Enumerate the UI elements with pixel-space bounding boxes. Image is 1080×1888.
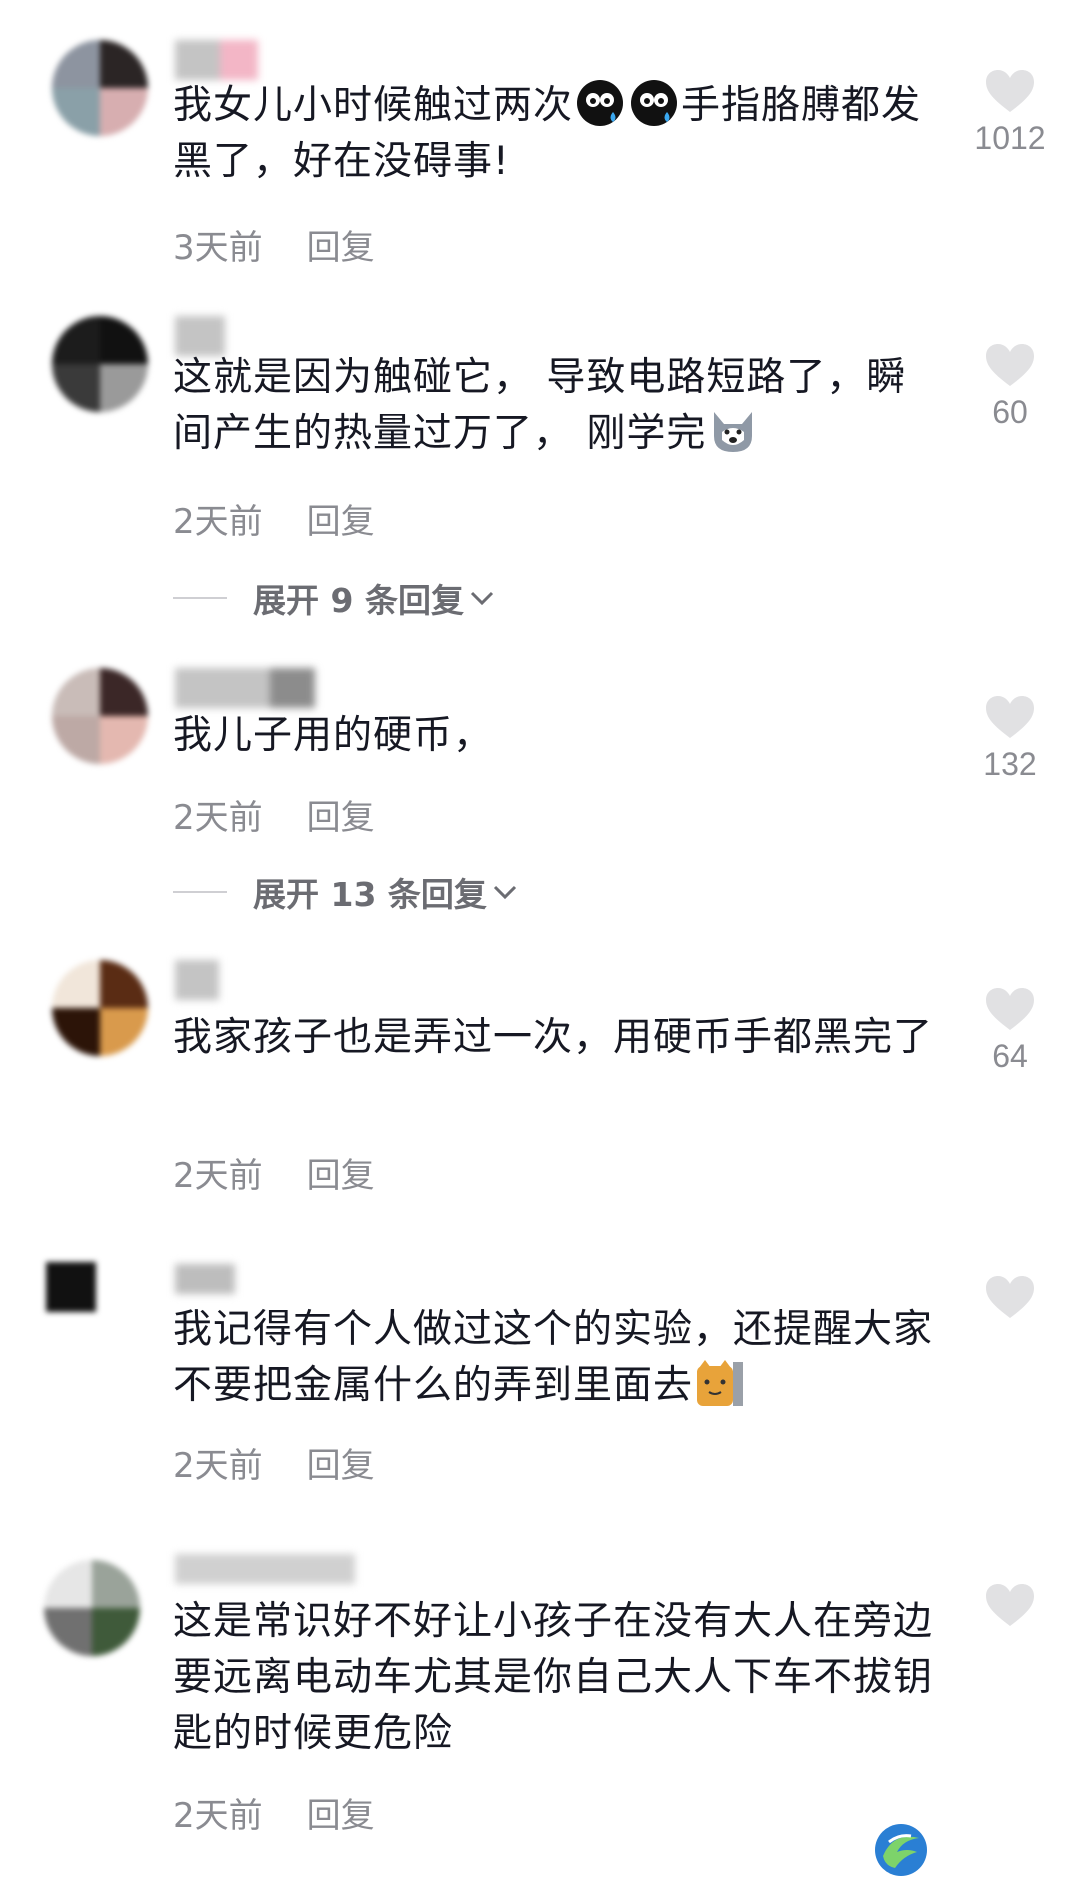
reply-button[interactable]: 回复 [307,1446,375,1486]
chevron-down-icon [493,885,516,900]
comment-text: 这就是因为触碰它， 导致电路短路了，瞬间产生的热量过万了， 刚学完 [173,355,907,456]
comment-meta: 2天前 回复 [173,1148,375,1197]
reply-button[interactable]: 回复 [307,1156,375,1196]
heart-icon [986,696,1034,738]
divider [173,891,227,893]
heart-icon [986,1584,1034,1626]
like-count: 60 [992,394,1028,430]
comment-time: 2天前 [173,798,263,838]
husky-dog-emoji [714,412,753,452]
comment-text: 这是常识好不好让小孩子在没有大人在旁边要远离电动车尤其是你自己大人下车不拔钥匙的… [173,1599,934,1756]
like-button[interactable] [955,1274,1065,1326]
comment-text: 我女儿小时候触过两次 手指胳膊都发黑了，好在没碍事! [173,78,933,190]
username[interactable] [175,960,235,1006]
chevron-down-icon [470,591,494,606]
comment-meta: 2天前 回复 [173,790,375,839]
reply-button[interactable]: 回复 [307,228,375,268]
avatar[interactable] [44,1560,140,1656]
peeking-cat-emoji [697,1360,744,1406]
comment-meta: 2天前 回复 [173,494,375,543]
avatar[interactable] [52,40,148,136]
avatar[interactable] [52,316,148,412]
like-button[interactable] [955,1582,1065,1634]
expand-replies-button[interactable]: 展开 9 条回复 [173,574,496,622]
like-count: 64 [992,1038,1028,1074]
comment-time: 2天前 [173,1446,263,1486]
like-count: 132 [983,746,1037,782]
reply-button[interactable]: 回复 [307,798,375,838]
like-button[interactable]: 64 [955,986,1065,1075]
comment-meta: 2天前 回复 [173,1438,375,1487]
reply-button[interactable]: 回复 [307,1796,375,1836]
expand-replies-button[interactable]: 展开 13 条回复 [173,868,519,916]
comment-time: 2天前 [173,502,263,542]
comment-meta: 2天前 回复 [173,1788,375,1837]
avatar[interactable] [52,960,148,1056]
like-button[interactable]: 60 [955,342,1065,431]
heart-icon [986,1276,1034,1318]
heart-icon [986,344,1034,386]
comment-time: 3天前 [173,228,263,268]
like-button[interactable]: 132 [955,694,1065,783]
avatar[interactable] [52,668,148,764]
comment-time: 2天前 [173,1156,263,1196]
app-logo-icon [875,1824,927,1876]
comment-time: 2天前 [173,1796,263,1836]
comment-text: 我儿子用的硬币， [173,713,494,758]
like-button[interactable]: 1012 [955,68,1065,157]
comment-meta: 3天前 回复 [173,220,375,269]
divider [173,597,227,599]
heart-icon [986,70,1034,112]
comment-text: 我记得有个人做过这个的实验，还提醒大家不要把金属什么的弄到里面去 [173,1307,934,1408]
like-count: 1012 [974,120,1046,156]
sweat-face-emoji [577,80,624,126]
reply-button[interactable]: 回复 [307,502,375,542]
comment-text: 我家孩子也是弄过一次，用硬币手都黑完了 [173,1015,934,1060]
sweat-face-emoji [631,80,678,126]
avatar[interactable] [46,1262,96,1312]
heart-icon [986,988,1034,1030]
